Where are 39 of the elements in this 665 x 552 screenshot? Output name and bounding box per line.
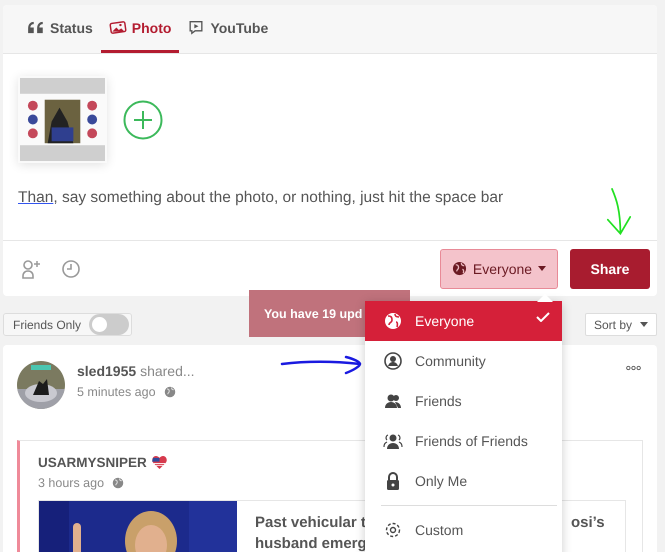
shared-time[interactable]: 3 hours ago [38,476,104,490]
menu-item[interactable]: Friends of Friends [365,421,562,461]
tab[interactable]: YouTube [179,5,276,53]
preview-title[interactable]: husband emerg [255,533,367,552]
photo-icon [108,20,127,35]
sort-dropdown[interactable]: Sort by [584,313,657,336]
post-time[interactable]: 5 minutes ago [77,385,156,399]
globe-icon [383,311,403,331]
settings-icon [383,520,403,540]
friends-only-toggle[interactable]: Friends Only [3,313,132,336]
caret-icon [538,266,546,271]
menu-item[interactable]: Only Me [365,461,562,501]
globe-icon [452,261,467,276]
privacy-dropdown[interactable]: Everyone [440,248,558,288]
globe-icon [112,477,124,489]
add-person-icon[interactable] [21,258,41,278]
post-action: shared... [140,363,195,379]
check-icon [536,312,550,322]
menu-item[interactable]: Custom [365,510,562,550]
shared-author-name[interactable]: USARMYSNIPER [38,455,147,470]
caret-icon [640,322,648,327]
flag-heart-icon [152,456,167,469]
share-button[interactable]: Share [570,248,650,288]
quote-icon [27,20,45,35]
menu-item[interactable]: Everyone [365,301,562,341]
tab[interactable]: Status [19,5,101,53]
add-photo-icon[interactable] [123,100,163,140]
clock-icon[interactable] [61,258,81,278]
message-text[interactable]: Than, say something about the photo, or nothing, just hit the space bar [18,189,657,207]
preview-title[interactable]: osi’s [571,512,605,533]
menu-item[interactable]: Community [365,341,562,381]
video-icon [187,20,206,35]
globe-icon [164,386,176,398]
more-options-icon[interactable] [626,365,641,371]
person-circle-icon [383,351,403,371]
toggle-switch[interactable] [89,314,130,335]
tab[interactable]: Photo [100,5,180,53]
author-name[interactable]: sled1955 [77,363,136,379]
menu-item[interactable]: Friends [365,381,562,421]
